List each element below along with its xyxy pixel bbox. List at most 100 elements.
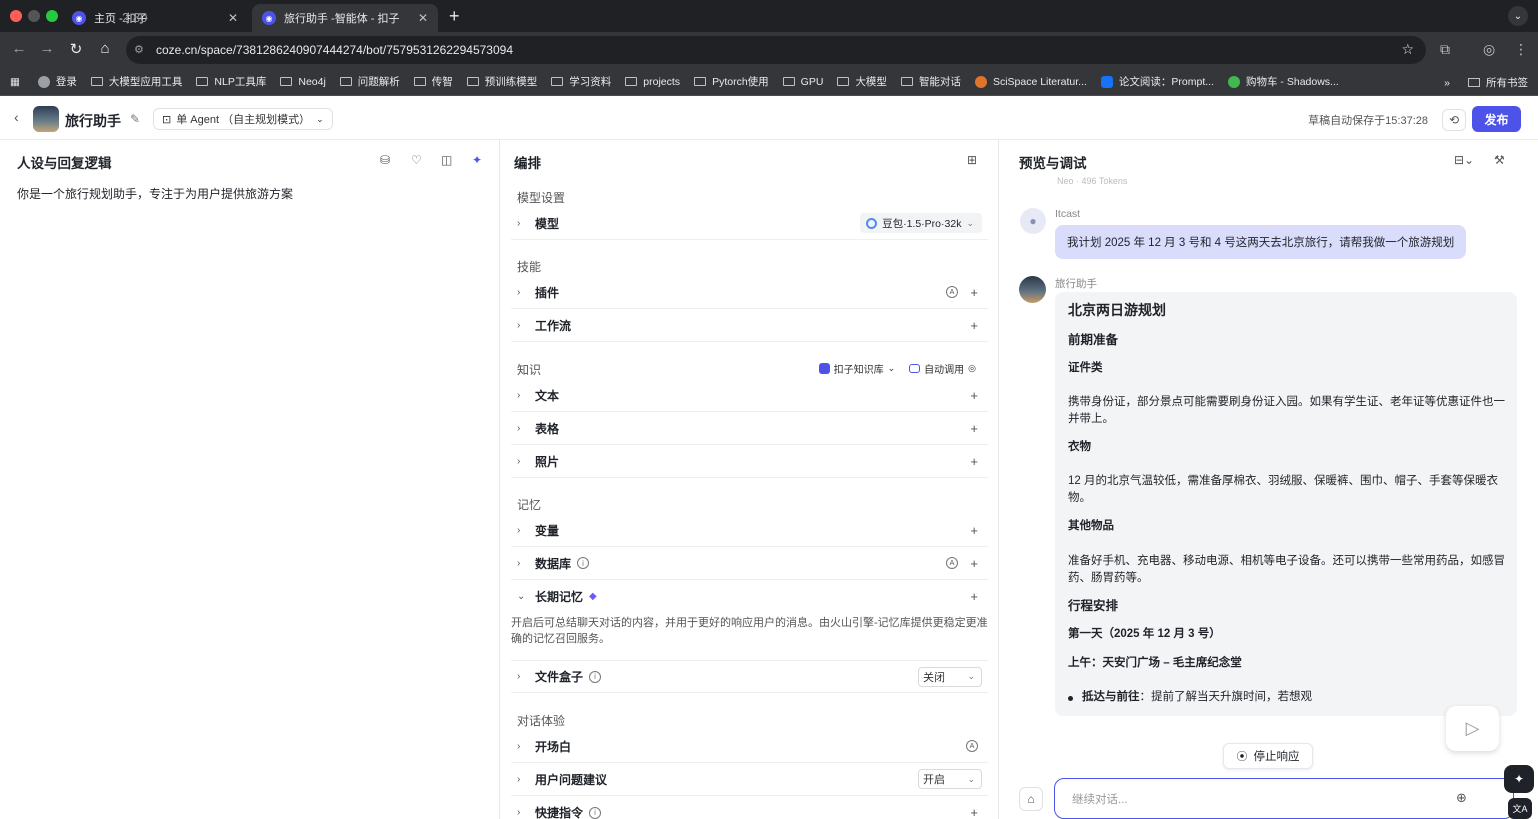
close-tab-icon[interactable]: ✕ (418, 11, 428, 25)
close-window-button[interactable] (10, 10, 22, 22)
add-plugin-button[interactable]: + (970, 285, 978, 300)
info-icon[interactable]: i (589, 806, 602, 819)
file-box-select[interactable]: 关闭 ⌄ (918, 666, 982, 687)
row-long-term-memory[interactable]: ⌄ 长期记忆 ◆ + (511, 580, 988, 613)
menu-icon[interactable]: ⋮ (1514, 41, 1528, 58)
info-icon[interactable]: i (589, 670, 602, 683)
tab-home[interactable]: ◉ 主页 - 扣子 ✕ (62, 4, 248, 32)
row-text[interactable]: › 文本 + (511, 379, 988, 412)
reply-paragraph: 准备好手机、充电器、移动电源、相机等电子设备。还可以携带一些常用药品，如感冒药、… (1068, 555, 1505, 584)
publish-button[interactable]: 发布 (1472, 106, 1521, 132)
forward-icon[interactable]: → (37, 40, 57, 57)
row-shortcuts[interactable]: › 快捷指令 i + (511, 796, 988, 819)
more-bookmarks-icon[interactable]: » (1444, 77, 1450, 89)
reload-icon[interactable]: ↻ (66, 40, 86, 58)
row-variable[interactable]: › 变量 + (511, 514, 988, 547)
bookmark-item[interactable]: SciSpace Literatur... (974, 75, 1087, 88)
ai-assistant-float-button[interactable]: ✦ (1504, 765, 1534, 793)
row-workflow[interactable]: › 工作流 + (511, 309, 988, 342)
close-tab-icon[interactable]: ✕ (228, 11, 238, 25)
bookmark-item[interactable]: NLP工具库 (196, 74, 266, 89)
row-opening[interactable]: › 开场白 A (511, 730, 988, 763)
bookmark-item[interactable]: 传智 (413, 74, 453, 89)
back-arrow-icon[interactable]: ‹ (14, 109, 19, 125)
row-table[interactable]: › 表格 + (511, 412, 988, 445)
bookmark-item[interactable]: Pytorch使用 (694, 74, 769, 89)
broom-icon: ⌂ (1027, 792, 1035, 806)
auto-icon[interactable]: A (946, 286, 958, 298)
auto-call-select[interactable]: 自动调用 ◎ (909, 361, 976, 376)
add-database-button[interactable]: + (970, 556, 978, 571)
ai-optimize-icon[interactable]: ✦ (472, 153, 482, 167)
row-database[interactable]: › 数据库 i A + (511, 547, 988, 580)
chevron-right-icon: › (517, 319, 521, 331)
add-workflow-button[interactable]: + (970, 318, 978, 333)
video-float-button[interactable]: ▷ (1446, 706, 1499, 751)
clear-brush-icon[interactable]: ⚒ (1494, 153, 1505, 167)
folder-icon (339, 77, 352, 86)
bookmark-item[interactable]: 购物车 - Shadows... (1228, 74, 1339, 89)
history-button[interactable]: ⟲ (1442, 109, 1466, 131)
bookmark-item[interactable]: 大模型 (837, 74, 887, 89)
home-icon[interactable]: ⌂ (95, 40, 115, 57)
add-shortcut-button[interactable]: + (970, 805, 978, 819)
chevron-right-icon: › (517, 422, 521, 434)
bookmark-star-icon[interactable]: ☆ (1401, 41, 1414, 58)
profile-icon[interactable]: ◎ (1483, 41, 1495, 58)
debug-settings-icon[interactable]: ⊟⌄ (1454, 153, 1474, 167)
new-tab-button[interactable]: + (449, 6, 460, 27)
tab-travel-assistant[interactable]: ◉ 旅行助手 -智能体 - 扣子 ✕ (252, 4, 438, 32)
row-model[interactable]: › 模型 豆包·1.5·Pro·32k ⌄ (511, 207, 988, 240)
bookmark-item[interactable]: 智能对话 (900, 74, 961, 89)
edit-icon[interactable]: ✎ (130, 112, 140, 126)
add-photo-button[interactable]: + (970, 454, 978, 469)
add-table-button[interactable]: + (970, 421, 978, 436)
bookmark-item[interactable]: 论文阅读：Prompt... (1100, 74, 1214, 89)
translate-float-button[interactable]: 文A (1508, 798, 1532, 819)
add-text-button[interactable]: + (970, 388, 978, 403)
add-memory-button[interactable]: + (970, 589, 978, 604)
persona-textarea[interactable]: 你是一个旅行规划助手，专注于为用户提供旅游方案 (17, 185, 293, 202)
prompt-library-icon[interactable]: ⛁ (380, 153, 390, 167)
row-suggestions[interactable]: › 用户问题建议 开启 ⌄ (511, 763, 988, 796)
add-variable-button[interactable]: + (970, 523, 978, 538)
site-settings-icon[interactable]: ⚙ (134, 43, 144, 56)
stop-response-button[interactable]: ⦿ 停止响应 (1223, 743, 1313, 769)
chat-input[interactable]: 继续对话... (1054, 778, 1514, 819)
clear-history-button[interactable]: ⌂ (1019, 787, 1043, 811)
premium-gem-icon: ◆ (589, 591, 597, 602)
bookmark-item[interactable]: Neo4j (280, 76, 326, 88)
suggestions-select[interactable]: 开启 ⌄ (918, 769, 982, 789)
bookmark-item[interactable]: 学习资料 (551, 74, 611, 89)
bookmark-item[interactable]: 大模型应用工具 (90, 74, 182, 89)
extensions-icon[interactable]: ⧉ (1440, 41, 1450, 58)
tab-search-button[interactable]: ⌄ (1508, 6, 1528, 26)
minimize-window-button[interactable] (28, 10, 40, 22)
add-attachment-icon[interactable]: ⊕ (1456, 790, 1467, 806)
row-photo[interactable]: › 照片 + (511, 445, 988, 478)
bookmark-item[interactable]: 登录 (37, 74, 77, 89)
bookmark-item[interactable]: projects (625, 76, 680, 88)
bookmark-item[interactable]: 预训练模型 (466, 74, 537, 89)
bookmark-item[interactable]: GPU (782, 76, 823, 88)
all-bookmarks[interactable]: » 所有书签 (1444, 75, 1528, 90)
zoom-window-button[interactable] (46, 10, 58, 22)
info-icon[interactable]: i (577, 557, 590, 569)
auto-icon[interactable]: A (946, 557, 958, 569)
apps-grid-icon[interactable]: ▦ (10, 76, 20, 88)
model-select[interactable]: 豆包·1.5·Pro·32k ⌄ (860, 213, 982, 233)
compare-icon[interactable]: ◫ (441, 153, 452, 167)
bulb-icon[interactable]: ♡ (411, 153, 422, 167)
panel-title: 预览与调试 (1019, 156, 1087, 171)
row-plugins[interactable]: › 插件 A + (511, 276, 988, 309)
folder-icon (551, 77, 564, 86)
back-icon[interactable]: ← (9, 40, 29, 57)
bookmark-item[interactable]: 问题解析 (339, 74, 400, 89)
agent-mode-select[interactable]: ⊡ 单 Agent （自主规划模式） ⌄ (153, 108, 333, 130)
layout-grid-icon[interactable]: ⊞ (967, 153, 977, 167)
auto-icon[interactable]: A (966, 740, 978, 752)
folder-icon (466, 77, 479, 86)
knowledge-source-select[interactable]: 扣子知识库 ⌄ (818, 361, 895, 376)
row-file-box[interactable]: › 文件盒子 i 关闭 ⌄ (511, 660, 988, 693)
address-bar[interactable]: ⚙ coze.cn/space/7381286240907444274/bot/… (126, 36, 1426, 64)
